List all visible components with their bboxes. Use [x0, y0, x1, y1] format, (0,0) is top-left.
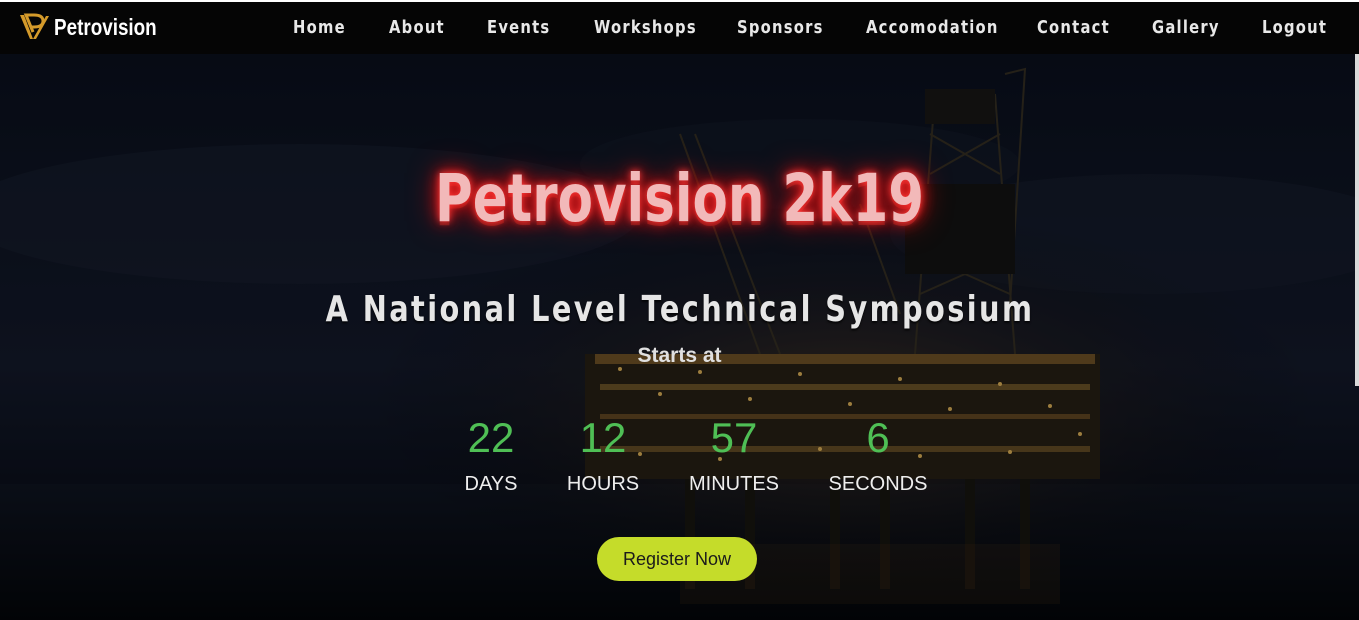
countdown-days-value: 22 [467, 414, 515, 461]
petrovision-logo-icon [20, 13, 49, 39]
hero-section [0, 54, 1359, 620]
top-navbar: Petrovision Home About Events Workshops … [0, 0, 1359, 54]
countdown-seconds-value: 6 [866, 414, 890, 461]
scrollbar[interactable] [1355, 54, 1359, 386]
countdown-hours-value: 12 [579, 414, 627, 461]
nav-item-contact[interactable]: Contact [1037, 17, 1110, 38]
nav-item-accomodation[interactable]: Accomodation [866, 17, 999, 38]
page: Petrovision Home About Events Workshops … [0, 0, 1359, 620]
brand-name: Petrovision [54, 13, 157, 40]
register-now-button[interactable]: Register Now [597, 537, 757, 581]
countdown-minutes-value: 57 [710, 414, 758, 461]
brand[interactable]: Petrovision [18, 10, 179, 44]
nav-item-gallery[interactable]: Gallery [1152, 17, 1220, 38]
oil-rig-background-image [0, 54, 1359, 620]
nav-item-logout[interactable]: Logout [1262, 17, 1327, 38]
countdown-hours-label: HOURS [566, 473, 640, 495]
countdown-seconds-label: SECONDS [828, 473, 928, 495]
countdown-minutes-label: MINUTES [689, 473, 779, 495]
hero-subtitle: A National Level Technical Symposium [325, 289, 1034, 330]
nav-item-events[interactable]: Events [487, 17, 550, 38]
nav-item-sponsors[interactable]: Sponsors [737, 17, 824, 38]
hero-title: Petrovision 2k19 [434, 160, 925, 237]
nav-item-about[interactable]: About [389, 17, 445, 38]
nav-item-home[interactable]: Home [293, 17, 346, 38]
nav-item-workshops[interactable]: Workshops [594, 17, 697, 38]
starts-at-label: Starts at [637, 344, 722, 367]
